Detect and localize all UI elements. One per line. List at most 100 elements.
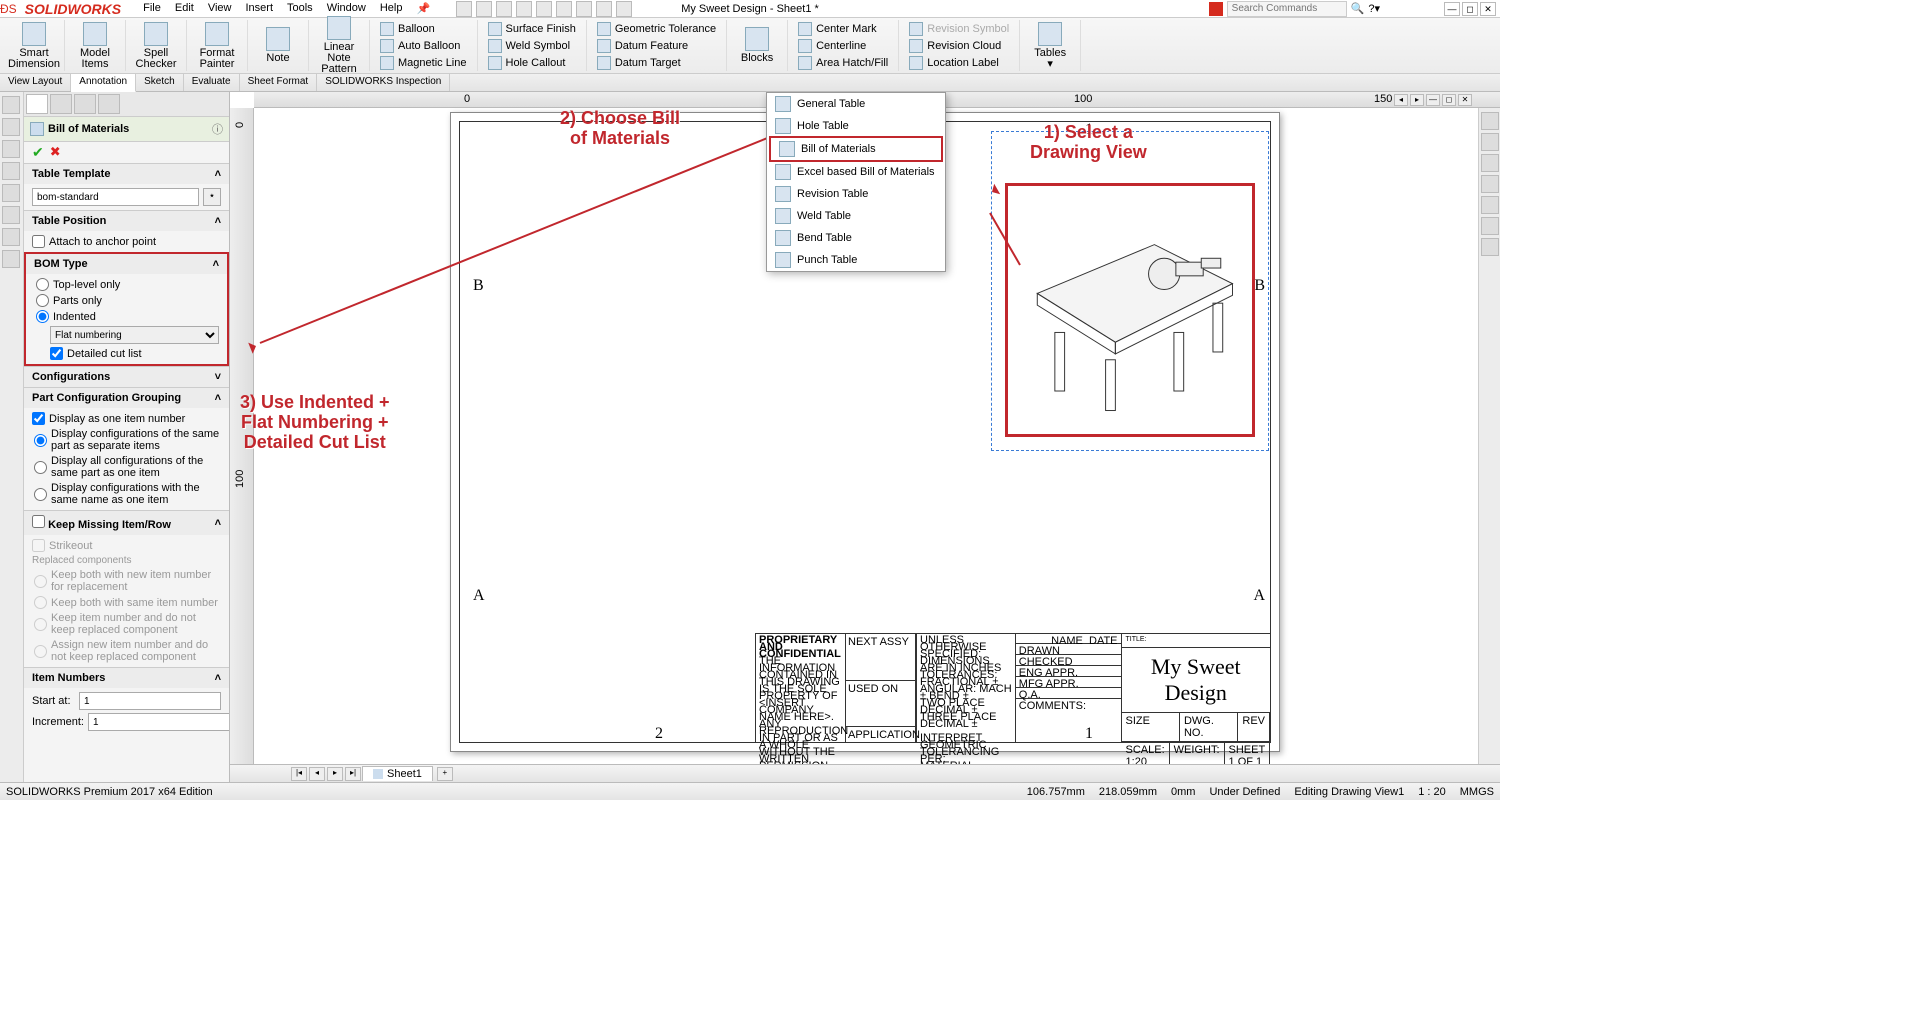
revision-cloud-button[interactable]: Revision Cloud — [905, 38, 1013, 54]
sheet-nav-first[interactable]: |◂ — [291, 767, 307, 781]
sec-configurations[interactable]: Configurations˅ — [24, 367, 229, 387]
note-button[interactable]: Note — [254, 27, 302, 64]
tp-icon-7[interactable] — [1481, 238, 1499, 256]
linear-note-pattern-button[interactable]: Linear Note Pattern — [315, 16, 363, 75]
tp-icon-5[interactable] — [1481, 196, 1499, 214]
mdi-close-icon[interactable]: ✕ — [1458, 94, 1472, 106]
menu-weld-table[interactable]: Weld Table — [767, 205, 945, 227]
surface-finish-button[interactable]: Surface Finish — [484, 21, 580, 37]
sec-item-numbers[interactable]: Item Numbers˄ — [24, 668, 229, 688]
qat-settings-icon[interactable] — [616, 1, 632, 17]
sheet-nav-next[interactable]: ▸ — [327, 767, 343, 781]
radio-pcg-1[interactable] — [34, 434, 47, 447]
tp-icon-2[interactable] — [1481, 133, 1499, 151]
lt-icon-8[interactable] — [2, 250, 20, 268]
lt-icon-7[interactable] — [2, 228, 20, 246]
search-flag-icon[interactable] — [1209, 2, 1223, 16]
detailed-cut-list-checkbox[interactable] — [50, 347, 63, 360]
qat-save-icon[interactable] — [496, 1, 512, 17]
menu-bill-of-materials[interactable]: Bill of Materials — [769, 136, 943, 162]
radio-pcg-2[interactable] — [34, 461, 47, 474]
radio-parts-only[interactable] — [36, 294, 49, 307]
menu-insert[interactable]: Insert — [239, 0, 279, 17]
tab-sw-inspection[interactable]: SOLIDWORKS Inspection — [317, 74, 450, 91]
pm-tab-feature-icon[interactable] — [26, 94, 48, 114]
revision-symbol-button[interactable]: Revision Symbol — [905, 21, 1013, 37]
tables-button[interactable]: Tables▾ — [1026, 22, 1074, 70]
menu-window[interactable]: Window — [321, 0, 372, 17]
tp-icon-6[interactable] — [1481, 217, 1499, 235]
tp-icon-3[interactable] — [1481, 154, 1499, 172]
tab-sketch[interactable]: Sketch — [136, 74, 184, 91]
menu-help[interactable]: Help — [374, 0, 409, 17]
menu-excel-bom[interactable]: Excel based Bill of Materials — [767, 161, 945, 183]
template-input[interactable] — [32, 188, 199, 206]
sec-keep-missing[interactable]: Keep Missing Item/Row˄ — [24, 511, 229, 535]
maximize-button[interactable]: ◻ — [1462, 2, 1478, 16]
location-label-button[interactable]: Location Label — [905, 55, 1013, 71]
tp-icon-1[interactable] — [1481, 112, 1499, 130]
pm-help-icon[interactable]: ⓘ — [212, 121, 223, 137]
qat-options-icon[interactable] — [596, 1, 612, 17]
increment-input[interactable] — [88, 713, 230, 731]
tab-evaluate[interactable]: Evaluate — [184, 74, 240, 91]
radio-indented[interactable] — [36, 310, 49, 323]
menu-file[interactable]: File — [137, 0, 167, 17]
tab-sheet-format[interactable]: Sheet Format — [240, 74, 318, 91]
menu-view[interactable]: View — [202, 0, 238, 17]
weld-symbol-button[interactable]: Weld Symbol — [484, 38, 580, 54]
menu-punch-table[interactable]: Punch Table — [767, 249, 945, 271]
menu-tools[interactable]: Tools — [281, 0, 319, 17]
lt-icon-2[interactable] — [2, 118, 20, 136]
mdi-min-icon[interactable]: — — [1426, 94, 1440, 106]
pm-tab-4-icon[interactable] — [98, 94, 120, 114]
geometric-tolerance-button[interactable]: Geometric Tolerance — [593, 21, 720, 37]
auto-balloon-button[interactable]: Auto Balloon — [376, 38, 471, 54]
blocks-button[interactable]: Blocks — [733, 27, 781, 64]
sec-part-config-grouping[interactable]: Part Configuration Grouping˄ — [24, 388, 229, 408]
menu-pin-icon[interactable]: 📌 — [410, 0, 436, 17]
centerline-button[interactable]: Centerline — [794, 38, 892, 54]
tab-view-layout[interactable]: View Layout — [0, 74, 71, 91]
sec-bom-type[interactable]: BOM Type˄ — [26, 254, 227, 274]
lt-icon-1[interactable] — [2, 96, 20, 114]
tp-icon-4[interactable] — [1481, 175, 1499, 193]
mdi-prev-icon[interactable]: ◂ — [1394, 94, 1408, 106]
qat-new-icon[interactable] — [456, 1, 472, 17]
hole-callout-button[interactable]: Hole Callout — [484, 55, 580, 71]
display-one-item-checkbox[interactable] — [32, 412, 45, 425]
lt-icon-4[interactable] — [2, 162, 20, 180]
numbering-select[interactable]: Flat numbering — [50, 326, 219, 344]
qat-print-icon[interactable] — [516, 1, 532, 17]
start-at-input[interactable] — [79, 692, 221, 710]
lt-icon-3[interactable] — [2, 140, 20, 158]
sheet-tab-1[interactable]: Sheet1 — [362, 766, 433, 781]
sec-table-template[interactable]: Table Template˄ — [24, 164, 229, 184]
status-units[interactable]: MMGS — [1460, 786, 1494, 798]
format-painter-button[interactable]: Format Painter — [193, 22, 241, 70]
menu-edit[interactable]: Edit — [169, 0, 200, 17]
model-items-button[interactable]: Model Items — [71, 22, 119, 70]
menu-bend-table[interactable]: Bend Table — [767, 227, 945, 249]
sheet-nav-last[interactable]: ▸| — [345, 767, 361, 781]
pm-cancel-button[interactable]: ✖ — [50, 144, 61, 161]
search-icon[interactable]: 🔍 — [1351, 2, 1365, 15]
pm-ok-button[interactable]: ✔ — [32, 144, 44, 161]
qat-rebuild-icon[interactable] — [576, 1, 592, 17]
sheet-nav-prev[interactable]: ◂ — [309, 767, 325, 781]
lt-icon-5[interactable] — [2, 184, 20, 202]
magnetic-line-button[interactable]: Magnetic Line — [376, 55, 471, 71]
mdi-next-icon[interactable]: ▸ — [1410, 94, 1424, 106]
area-hatch-button[interactable]: Area Hatch/Fill — [794, 55, 892, 71]
qat-open-icon[interactable] — [476, 1, 492, 17]
menu-hole-table[interactable]: Hole Table — [767, 115, 945, 137]
attach-anchor-checkbox[interactable] — [32, 235, 45, 248]
menu-revision-table[interactable]: Revision Table — [767, 183, 945, 205]
sec-table-position[interactable]: Table Position˄ — [24, 211, 229, 231]
mdi-max-icon[interactable]: ◻ — [1442, 94, 1456, 106]
radio-top-level[interactable] — [36, 278, 49, 291]
datum-target-button[interactable]: Datum Target — [593, 55, 720, 71]
minimize-button[interactable]: — — [1444, 2, 1460, 16]
lt-icon-6[interactable] — [2, 206, 20, 224]
menu-general-table[interactable]: General Table — [767, 93, 945, 115]
